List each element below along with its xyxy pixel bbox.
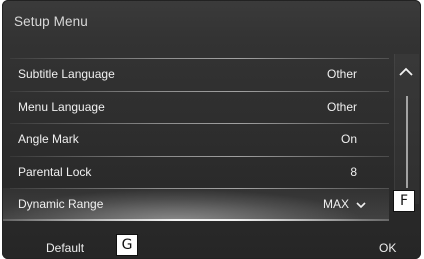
list-item-value: On: [340, 132, 357, 147]
list-item-value: MAX: [322, 197, 349, 212]
list-item-dynamic-range[interactable]: Dynamic Range MAX: [2, 188, 389, 221]
list-item-value: 8: [350, 164, 357, 179]
setup-menu-screen: Setup Menu Subtitle Language Other Menu …: [2, 0, 421, 259]
list-item-subtitle-language[interactable]: Subtitle Language Other: [2, 58, 389, 91]
scrollbar-thumb[interactable]: [406, 96, 408, 188]
list-item-label: Angle Mark: [18, 132, 79, 147]
list-item-menu-language[interactable]: Menu Language Other: [2, 90, 389, 124]
list-item-value: Other: [326, 99, 357, 114]
page-title: Setup Menu: [14, 14, 88, 29]
list-item-angle-mark[interactable]: Angle Mark On: [2, 123, 389, 156]
list-item-label: Parental Lock: [18, 164, 92, 179]
settings-list: Subtitle Language Other Menu Language Ot…: [2, 58, 389, 221]
list-item-label: Menu Language: [18, 99, 105, 114]
list-item-label: Dynamic Range: [18, 197, 104, 212]
ok-button[interactable]: OK: [379, 241, 396, 255]
list-item-value: Other: [326, 67, 357, 82]
list-item-label: Subtitle Language: [18, 67, 115, 82]
callout-f: F: [393, 190, 415, 212]
chevron-down-icon[interactable]: [355, 199, 367, 211]
callout-g: G: [116, 234, 138, 256]
default-button[interactable]: Default: [46, 241, 84, 255]
chevron-up-icon[interactable]: [395, 64, 417, 80]
list-item-parental-lock[interactable]: Parental Lock 8: [2, 155, 389, 189]
